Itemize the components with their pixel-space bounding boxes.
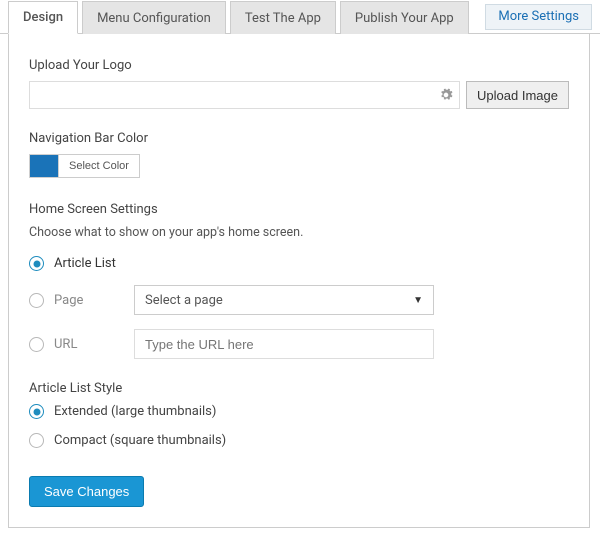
home-screen-settings-heading: Home Screen Settings <box>29 202 569 217</box>
nav-bar-color-label: Navigation Bar Color <box>29 131 569 146</box>
design-panel: Upload Your Logo Upload Image Navigation… <box>8 34 590 528</box>
radio-extended[interactable] <box>29 404 44 419</box>
home-screen-help-text: Choose what to show on your app's home s… <box>29 225 569 240</box>
radio-url-label: URL <box>54 337 124 352</box>
color-swatch[interactable] <box>29 154 59 178</box>
upload-logo-label: Upload Your Logo <box>29 58 569 73</box>
radio-article-list[interactable] <box>29 256 44 271</box>
save-changes-button[interactable]: Save Changes <box>29 476 144 507</box>
more-settings-button[interactable]: More Settings <box>485 4 592 30</box>
radio-page-label: Page <box>54 293 124 308</box>
tab-publish-your-app[interactable]: Publish Your App <box>340 1 469 34</box>
logo-path-input[interactable] <box>29 81 460 109</box>
upload-image-button[interactable]: Upload Image <box>466 81 569 109</box>
page-select[interactable]: Select a page <box>134 285 434 315</box>
radio-compact-label: Compact (square thumbnails) <box>54 433 226 448</box>
tab-bar: Design Menu Configuration Test The App P… <box>0 0 600 34</box>
tab-test-the-app[interactable]: Test The App <box>230 1 336 34</box>
url-input[interactable] <box>134 329 434 359</box>
radio-compact[interactable] <box>29 433 44 448</box>
tab-design[interactable]: Design <box>8 1 78 34</box>
tab-menu-configuration[interactable]: Menu Configuration <box>82 1 226 34</box>
select-color-button[interactable]: Select Color <box>59 154 140 178</box>
radio-url[interactable] <box>29 337 44 352</box>
article-list-style-heading: Article List Style <box>29 381 569 396</box>
radio-extended-label: Extended (large thumbnails) <box>54 404 216 419</box>
radio-page[interactable] <box>29 293 44 308</box>
radio-article-list-label: Article List <box>54 256 124 271</box>
gear-icon <box>439 88 453 102</box>
